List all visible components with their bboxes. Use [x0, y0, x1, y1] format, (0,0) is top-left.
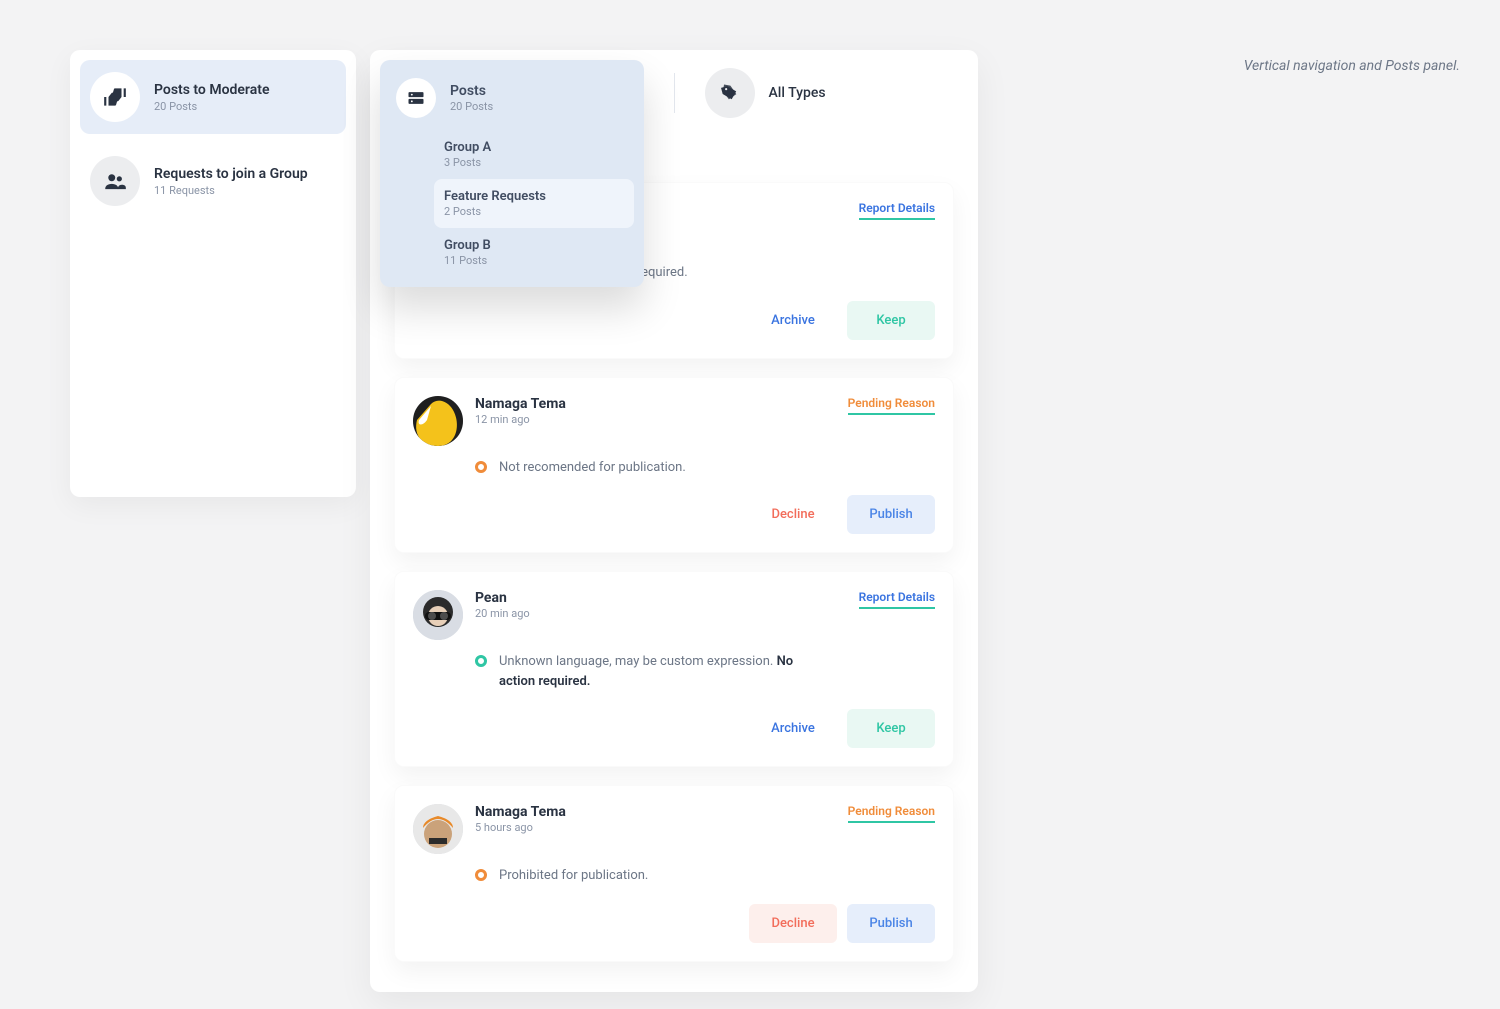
post-time: 5 hours ago	[475, 821, 566, 834]
sidebar-item-sublabel: 11 Requests	[154, 184, 308, 197]
post-card: Namaga Tema 5 hours ago Pending Reason P…	[394, 785, 954, 962]
caption-text: Vertical navigation and Posts panel.	[1244, 58, 1460, 74]
archive-button[interactable]: Archive	[749, 709, 837, 748]
dropdown-item-feature-requests[interactable]: Feature Requests 2 Posts	[434, 179, 634, 228]
dropdown-title: Posts	[450, 83, 493, 99]
dropdown-item-group-a[interactable]: Group A 3 Posts	[434, 130, 634, 179]
status-indicator-icon	[475, 655, 487, 667]
keep-button[interactable]: Keep	[847, 709, 935, 748]
dropdown-item-label: Group A	[444, 140, 624, 155]
post-author: Namaga Tema	[475, 396, 566, 412]
dropdown-item-label: Group B	[444, 238, 624, 253]
dropdown-item-group-b[interactable]: Group B 11 Posts	[434, 228, 634, 277]
avatar	[413, 804, 463, 854]
status-indicator-icon	[475, 461, 487, 473]
sidebar-item-group-requests[interactable]: Requests to join a Group 11 Requests	[80, 144, 346, 218]
vertical-divider	[674, 73, 675, 113]
dropdown-list: Group A 3 Posts Feature Requests 2 Posts…	[390, 130, 634, 277]
archive-button[interactable]: Archive	[749, 301, 837, 340]
post-author: Namaga Tema	[475, 804, 566, 820]
filter-types-label: All Types	[769, 85, 826, 101]
report-details-link[interactable]: Report Details	[859, 201, 935, 220]
posts-panel: Posts 20 Posts All Types	[370, 50, 978, 992]
post-author: Pean	[475, 590, 530, 606]
dropdown-item-sublabel: 2 Posts	[444, 205, 624, 218]
report-details-link[interactable]: Report Details	[859, 590, 935, 609]
post-message: Prohibited for publication.	[499, 866, 648, 886]
sidebar: Posts to Moderate 20 Posts Requests to j…	[70, 50, 356, 497]
sidebar-item-sublabel: 20 Posts	[154, 100, 269, 113]
publish-button[interactable]: Publish	[847, 904, 935, 943]
dropdown-header[interactable]: Posts 20 Posts	[390, 74, 634, 130]
people-icon	[90, 156, 140, 206]
avatar	[413, 590, 463, 640]
sidebar-item-label: Posts to Moderate	[154, 82, 269, 98]
post-time: 12 min ago	[475, 413, 566, 426]
tags-icon	[705, 68, 755, 118]
decline-button[interactable]: Decline	[749, 495, 837, 534]
publish-button[interactable]: Publish	[847, 495, 935, 534]
post-message: Not recomended for publication.	[499, 458, 686, 478]
status-indicator-icon	[475, 869, 487, 881]
dropdown-item-sublabel: 11 Posts	[444, 254, 624, 267]
post-time: 20 min ago	[475, 607, 530, 620]
thumbs-icon	[90, 72, 140, 122]
stack-icon	[396, 78, 436, 118]
posts-dropdown: Posts 20 Posts Group A 3 Posts Feature R…	[380, 60, 644, 287]
posts-list: Report Details on required. Archive Keep	[394, 182, 954, 962]
pending-reason-link[interactable]: Pending Reason	[848, 396, 935, 415]
post-card: Pean 20 min ago Report Details Unknown l…	[394, 571, 954, 767]
dropdown-item-label: Feature Requests	[444, 189, 624, 204]
dropdown-sublabel: 20 Posts	[450, 100, 493, 113]
avatar	[413, 396, 463, 446]
decline-button[interactable]: Decline	[749, 904, 837, 943]
sidebar-item-label: Requests to join a Group	[154, 166, 308, 182]
post-message: Unknown language, may be custom expressi…	[499, 652, 799, 691]
pending-reason-link[interactable]: Pending Reason	[848, 804, 935, 823]
post-card: Namaga Tema 12 min ago Pending Reason No…	[394, 377, 954, 554]
sidebar-item-posts-to-moderate[interactable]: Posts to Moderate 20 Posts	[80, 60, 346, 134]
dropdown-item-sublabel: 3 Posts	[444, 156, 624, 169]
filter-types[interactable]: All Types	[705, 68, 955, 118]
keep-button[interactable]: Keep	[847, 301, 935, 340]
